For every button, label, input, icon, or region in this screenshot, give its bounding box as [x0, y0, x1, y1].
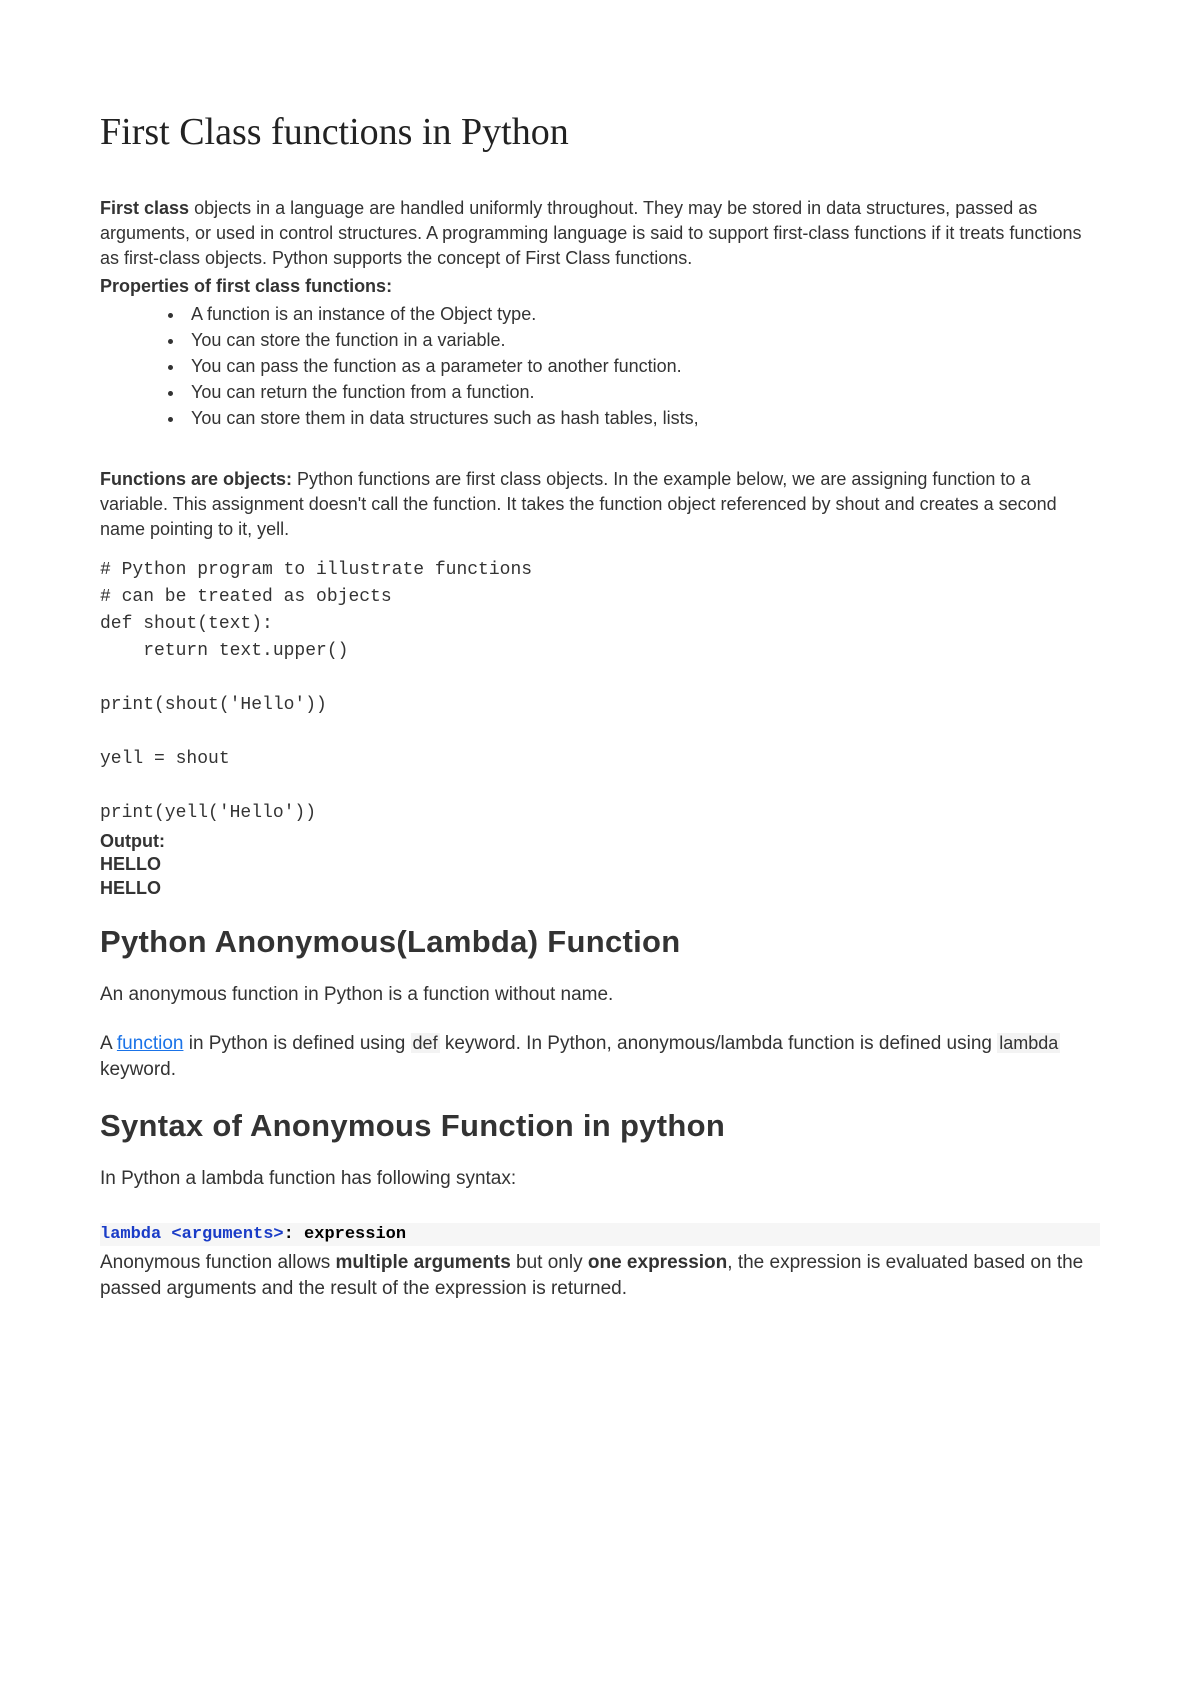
def-keyword: def: [411, 1033, 440, 1053]
intro-bold-lead: First class: [100, 198, 189, 218]
lambda-intro-paragraph: An anonymous function in Python is a fun…: [100, 982, 1100, 1009]
intro-paragraph: First class objects in a language are ha…: [100, 196, 1100, 272]
after-syntax-paragraph: Anonymous function allows multiple argum…: [100, 1250, 1100, 1303]
list-item: A function is an instance of the Object …: [185, 301, 1100, 327]
syntax-arguments: <arguments>: [161, 1225, 283, 1244]
after-syntax-prefix: Anonymous function allows: [100, 1252, 336, 1273]
syntax-heading: Syntax of Anonymous Function in python: [100, 1108, 1100, 1144]
output-label: Output:: [100, 831, 1100, 852]
lambda-para-mid2: keyword. In Python, anonymous/lambda fun…: [440, 1033, 998, 1054]
after-syntax-mid: but only: [511, 1252, 588, 1273]
after-syntax-bold2: one expression: [588, 1252, 727, 1273]
list-item: You can store the function in a variable…: [185, 327, 1100, 353]
syntax-rest: : expression: [284, 1225, 406, 1244]
properties-heading: Properties of first class functions:: [100, 276, 1100, 297]
functions-objects-bold: Functions are objects:: [100, 469, 292, 489]
page-title: First Class functions in Python: [100, 110, 1100, 154]
list-item: You can store them in data structures su…: [185, 405, 1100, 431]
after-syntax-bold1: multiple arguments: [336, 1252, 511, 1273]
functions-objects-paragraph: Functions are objects: Python functions …: [100, 467, 1100, 543]
lambda-heading: Python Anonymous(Lambda) Function: [100, 924, 1100, 960]
lambda-definition-paragraph: A function in Python is defined using de…: [100, 1031, 1100, 1084]
output-line: HELLO: [100, 852, 1100, 876]
syntax-lambda-keyword: lambda: [100, 1225, 161, 1244]
lambda-para-mid: in Python is defined using: [183, 1033, 410, 1054]
lambda-keyword: lambda: [997, 1033, 1060, 1053]
lambda-para-end: keyword.: [100, 1059, 176, 1080]
list-item: You can return the function from a funct…: [185, 379, 1100, 405]
properties-list: A function is an instance of the Object …: [100, 301, 1100, 431]
lambda-para-prefix: A: [100, 1033, 117, 1054]
code-block-1: # Python program to illustrate functions…: [100, 557, 1100, 827]
intro-text: objects in a language are handled unifor…: [100, 198, 1081, 268]
syntax-code-line: lambda <arguments>: expression: [100, 1223, 1100, 1246]
output-line: HELLO: [100, 876, 1100, 900]
list-item: You can pass the function as a parameter…: [185, 353, 1100, 379]
function-link[interactable]: function: [117, 1033, 184, 1054]
syntax-intro-paragraph: In Python a lambda function has followin…: [100, 1166, 1100, 1193]
